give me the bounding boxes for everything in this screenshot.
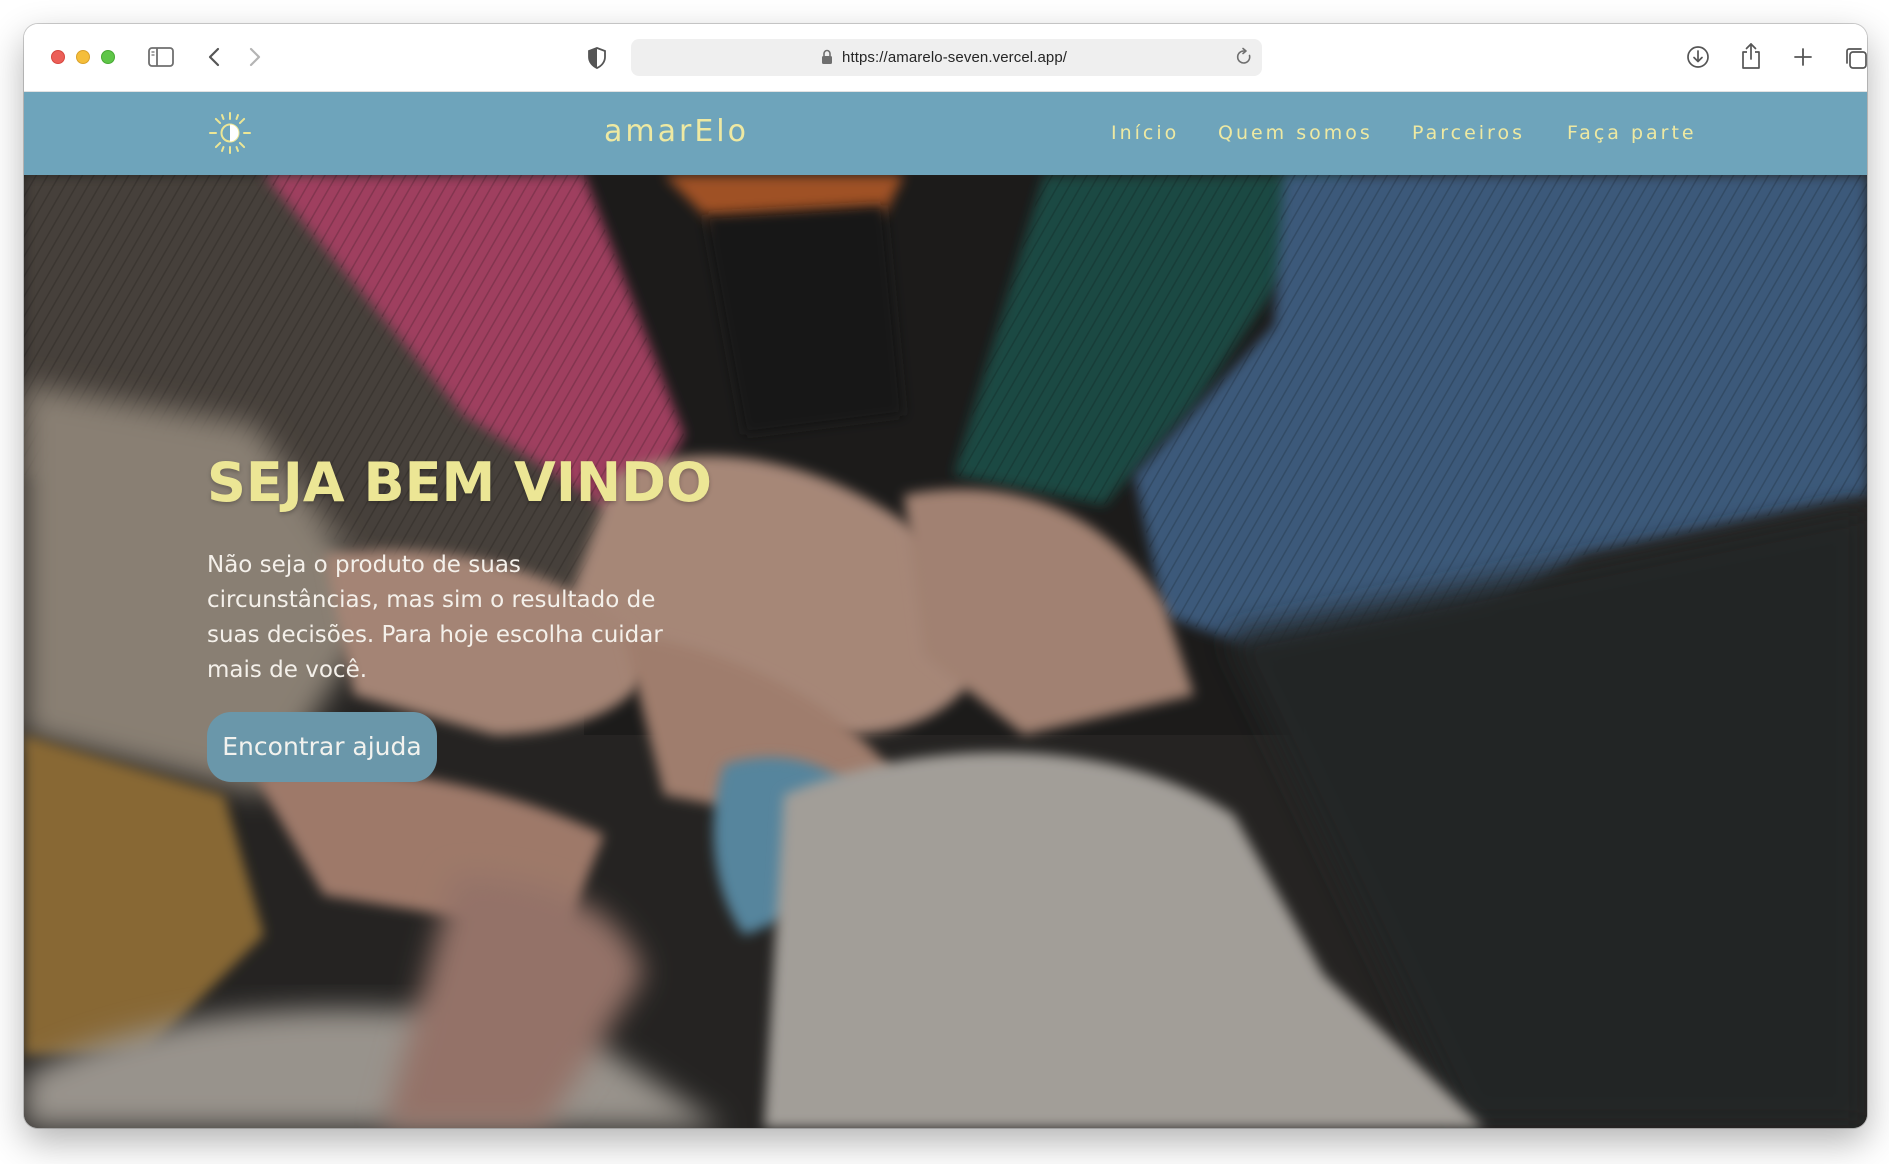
hero-subtitle: Não seja o produto de suas circunstância… — [207, 552, 663, 683]
hero-section: SEJA BEM VINDO Não seja o produto de sua… — [24, 175, 1867, 1128]
browser-window: https://amarelo-seven.vercel.app/ amarEl… — [24, 24, 1867, 1128]
sun-logo-icon[interactable] — [207, 110, 253, 161]
hero-title: SEJA BEM VINDO — [207, 451, 712, 514]
site-navbar: amarElo Início Quem somos Parceiros Faça… — [24, 92, 1867, 175]
back-icon[interactable] — [207, 46, 221, 68]
reload-icon[interactable] — [1234, 47, 1254, 72]
minimize-window-button[interactable] — [76, 50, 90, 64]
forward-icon[interactable] — [248, 46, 262, 68]
tab-overview-icon[interactable] — [1844, 46, 1867, 70]
address-bar[interactable]: https://amarelo-seven.vercel.app/ — [631, 39, 1262, 76]
browser-toolbar: https://amarelo-seven.vercel.app/ — [24, 24, 1867, 92]
web-page: amarElo Início Quem somos Parceiros Faça… — [24, 92, 1867, 1128]
share-icon[interactable] — [1740, 42, 1762, 70]
download-icon[interactable] — [1686, 45, 1710, 69]
sidebar-icon[interactable] — [148, 46, 174, 68]
lock-icon — [821, 49, 833, 70]
find-help-button[interactable]: Encontrar ajuda — [207, 712, 437, 782]
url-text[interactable]: https://amarelo-seven.vercel.app/ — [842, 49, 1067, 66]
nav-link-quem-somos[interactable]: Quem somos — [1218, 122, 1373, 144]
privacy-shield-icon[interactable] — [587, 47, 607, 69]
nav-link-parceiros[interactable]: Parceiros — [1412, 122, 1525, 144]
site-brand[interactable]: amarElo — [604, 114, 749, 149]
new-tab-icon[interactable] — [1793, 47, 1813, 67]
nav-link-faca-parte[interactable]: Faça parte — [1567, 122, 1697, 144]
zoom-window-button[interactable] — [101, 50, 115, 64]
nav-link-inicio[interactable]: Início — [1111, 122, 1179, 144]
close-window-button[interactable] — [51, 50, 65, 64]
